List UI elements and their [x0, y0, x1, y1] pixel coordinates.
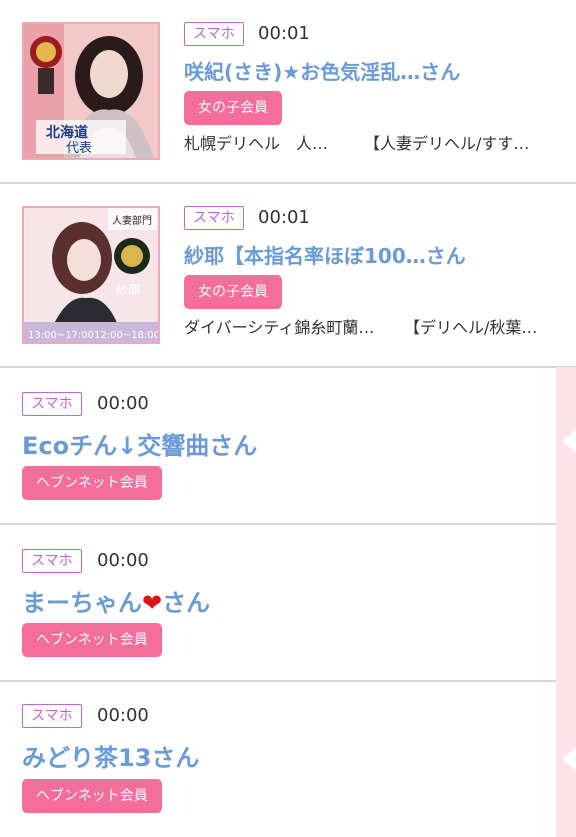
- device-badge: スマホ: [22, 392, 82, 416]
- chevron-left-icon[interactable]: [562, 747, 576, 771]
- photo-caption: 13:00~17:00: [28, 330, 94, 341]
- photo-caption: 北海道: [46, 124, 88, 141]
- access-time: 00:00: [97, 705, 149, 726]
- member-name[interactable]: Ecoチん↓交響曲さん: [22, 426, 257, 461]
- photo-caption: 人妻部門: [112, 214, 152, 227]
- chevron-left-icon[interactable]: [562, 429, 576, 453]
- member-type-badge: 女の子会員: [184, 91, 282, 125]
- access-time: 00:01: [258, 23, 310, 44]
- device-badge: スマホ: [184, 206, 244, 230]
- member-name[interactable]: 紗耶【本指名率ほぼ100…さん: [184, 240, 466, 269]
- device-badge: スマホ: [22, 549, 82, 573]
- list-item[interactable]: スマホ 00:00 Ecoチん↓交響曲さん ヘブンネット会員: [0, 368, 556, 525]
- photo-caption: 12:00~18:00: [94, 330, 158, 341]
- shop-area[interactable]: ダイバーシティ錦糸町蘭…: [184, 316, 374, 340]
- shop-genre[interactable]: 【人妻デリヘル/すす…: [364, 132, 529, 156]
- shop-genre[interactable]: 【デリヘル/秋葉…: [404, 316, 537, 340]
- list-item[interactable]: 北海道 代表 スマホ 00:01 咲紀(さき)★お色気淫乱…さん 女の子会員 札…: [0, 0, 576, 184]
- member-type-badge: 女の子会員: [184, 275, 282, 309]
- member-type-badge: ヘブンネット会員: [22, 466, 162, 500]
- heart-icon: ❤: [142, 589, 163, 617]
- profile-photo[interactable]: 人妻部門 紗耶 13:00~17:00 12:00~18:00: [22, 206, 160, 344]
- access-time: 00:00: [97, 550, 149, 571]
- access-time: 00:00: [97, 393, 149, 414]
- access-list: 北海道 代表 スマホ 00:01 咲紀(さき)★お色気淫乱…さん 女の子会員 札…: [0, 0, 576, 837]
- member-type-badge: ヘブンネット会員: [22, 779, 162, 813]
- member-name[interactable]: みどり茶13さん: [22, 738, 199, 773]
- side-panel-strip[interactable]: [556, 367, 576, 837]
- device-badge: スマホ: [184, 22, 244, 46]
- list-item[interactable]: スマホ 00:00 まーちゃん❤さん ヘブンネット会員: [0, 525, 556, 682]
- member-name-text: まーちゃん: [22, 589, 142, 617]
- device-badge: スマホ: [22, 704, 82, 728]
- profile-photo[interactable]: 北海道 代表: [22, 22, 160, 160]
- list-item[interactable]: スマホ 00:00 みどり茶13さん ヘブンネット会員: [0, 682, 556, 837]
- photo-caption: 紗耶: [116, 283, 140, 297]
- member-name-suffix: さん: [162, 589, 211, 617]
- shop-area[interactable]: 札幌デリヘル 人…: [184, 132, 328, 156]
- member-name[interactable]: 咲紀(さき)★お色気淫乱…さん: [184, 56, 460, 85]
- photo-caption: 代表: [66, 141, 92, 156]
- member-name[interactable]: まーちゃん❤さん: [22, 583, 210, 618]
- member-type-badge: ヘブンネット会員: [22, 623, 162, 657]
- list-item[interactable]: 人妻部門 紗耶 13:00~17:00 12:00~18:00 スマホ 00:0…: [0, 184, 576, 368]
- access-time: 00:01: [258, 207, 310, 228]
